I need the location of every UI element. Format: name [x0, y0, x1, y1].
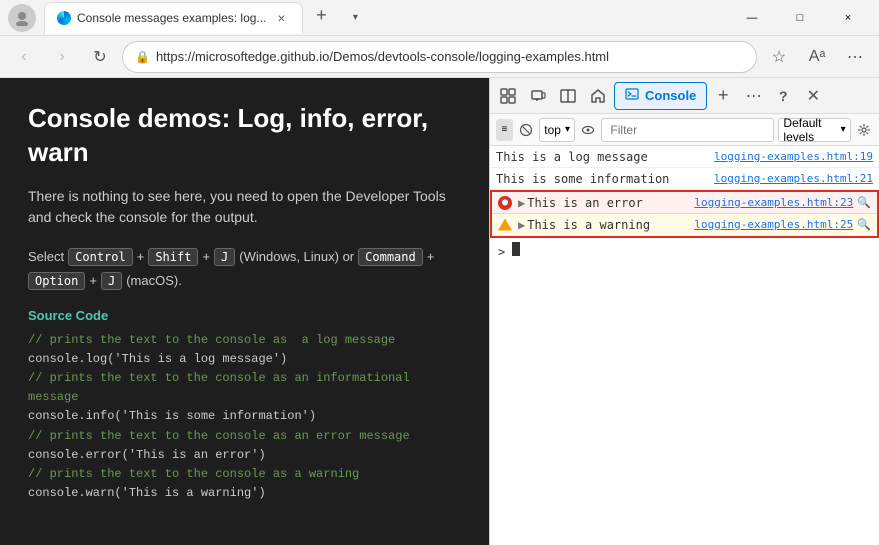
address-bar[interactable]: 🔒 https://microsoftedge.github.io/Demos/…: [122, 41, 757, 73]
top-level-label: top: [544, 123, 561, 137]
devtools-toolbar: Console + ⋯ ? ✕: [490, 78, 879, 114]
nav-bar: ‹ › ↻ 🔒 https://microsoftedge.github.io/…: [0, 36, 879, 78]
forward-button[interactable]: ›: [46, 41, 78, 73]
top-dropdown-arrow: ▾: [565, 124, 570, 135]
page-description: There is nothing to see here, you need t…: [28, 186, 461, 228]
device-emulation-button[interactable]: [524, 82, 552, 110]
console-msg-error1: ▶This is an error: [518, 196, 694, 210]
code-line-2: console.info('This is some information'): [28, 407, 461, 426]
keyboard-shortcut-line2: Option + J (macOS).: [28, 272, 461, 290]
filter-input[interactable]: [601, 118, 774, 142]
key-j: J: [214, 248, 235, 266]
search-icon-error[interactable]: 🔍: [857, 196, 871, 209]
window-controls: — □ ×: [729, 2, 871, 34]
help-button[interactable]: ?: [769, 82, 797, 110]
browser-content: Console demos: Log, info, error, warn Th…: [0, 78, 879, 545]
console-msg-warning1: ▶This is a warning: [518, 218, 694, 232]
console-msg-log1: This is a log message: [496, 150, 714, 164]
key-command: Command: [358, 248, 423, 266]
key-shift: Shift: [148, 248, 198, 266]
key-option: Option: [28, 272, 85, 290]
error-warning-group: ● ▶This is an error logging-examples.htm…: [490, 190, 879, 238]
console-prompt: >: [498, 245, 505, 259]
error-icon: ●: [498, 196, 512, 210]
sidebar-toggle-button[interactable]: ≡: [496, 119, 513, 141]
console-cursor: [512, 242, 520, 256]
url-text: https://microsoftedge.github.io/Demos/de…: [156, 49, 609, 64]
console-sub-toolbar: ≡ top ▾ Default levels ▾: [490, 114, 879, 146]
back-button[interactable]: ‹: [8, 41, 40, 73]
default-levels-label: Default levels: [783, 116, 836, 144]
lock-icon: 🔒: [135, 50, 150, 64]
keyboard-shortcut-line1: Select Control + Shift + J (Windows, Lin…: [28, 248, 461, 266]
home-button[interactable]: [584, 82, 612, 110]
eye-icon[interactable]: [579, 118, 597, 142]
dock-button[interactable]: [554, 82, 582, 110]
new-tab-button[interactable]: +: [307, 2, 335, 30]
active-tab[interactable]: Console messages examples: log... ×: [44, 2, 303, 34]
tab-close-button[interactable]: ×: [272, 9, 290, 27]
devtools-close-button[interactable]: ✕: [799, 82, 827, 110]
expand-triangle-error[interactable]: ▶: [518, 196, 525, 210]
console-msg-info1: This is some information: [496, 172, 714, 186]
code-comment-4: // prints the text to the console as a w…: [28, 465, 461, 484]
warning-icon: [498, 219, 512, 231]
console-row-info1: This is some information logging-example…: [490, 168, 879, 190]
console-link-info1[interactable]: logging-examples.html:21: [714, 172, 873, 185]
console-tab-label: Console: [645, 88, 696, 103]
more-tools-button[interactable]: ⋯: [839, 41, 871, 73]
expand-triangle-warning[interactable]: ▶: [518, 218, 525, 232]
code-comment-1: // prints the text to the console as a l…: [28, 331, 461, 350]
refresh-button[interactable]: ↻: [84, 41, 116, 73]
console-output: This is a log message logging-examples.h…: [490, 146, 879, 545]
code-comment-3: // prints the text to the console as an …: [28, 427, 461, 446]
browser-window: Console messages examples: log... × + ▾ …: [0, 0, 879, 545]
devtools-panel: Console + ⋯ ? ✕ ≡ top ▾: [489, 78, 879, 545]
console-row-log1: This is a log message logging-examples.h…: [490, 146, 879, 168]
maximize-button[interactable]: □: [777, 2, 823, 34]
favorites-button[interactable]: ☆: [763, 41, 795, 73]
console-link-log1[interactable]: logging-examples.html:19: [714, 150, 873, 163]
tab-bar: Console messages examples: log... × + ▾: [44, 2, 721, 34]
code-line-1: console.log('This is a log message'): [28, 350, 461, 369]
code-line-4: console.warn('This is a warning'): [28, 484, 461, 503]
console-row-error1: ● ▶This is an error logging-examples.htm…: [492, 192, 877, 214]
key-j2: J: [101, 272, 122, 290]
console-settings-button[interactable]: [855, 118, 873, 142]
minimize-button[interactable]: —: [729, 2, 775, 34]
console-tab-icon: [625, 87, 639, 104]
read-aloud-button[interactable]: Aᵃ: [801, 41, 833, 73]
top-level-select[interactable]: top ▾: [539, 118, 575, 142]
console-link-warning1[interactable]: logging-examples.html:25: [694, 218, 853, 231]
page-main-content: Console demos: Log, info, error, warn Th…: [0, 78, 489, 545]
inspect-element-button[interactable]: [494, 82, 522, 110]
title-bar: Console messages examples: log... × + ▾ …: [0, 0, 879, 36]
add-tool-button[interactable]: +: [709, 82, 737, 110]
console-tab[interactable]: Console: [614, 82, 707, 110]
source-code-label: Source Code: [28, 308, 461, 323]
more-tools-devtools-button[interactable]: ⋯: [739, 82, 767, 110]
edge-favicon: [57, 11, 71, 25]
console-cursor-row: >: [490, 238, 879, 263]
tab-dropdown-button[interactable]: ▾: [339, 2, 371, 34]
code-comment-2: // prints the text to the console as an …: [28, 369, 461, 407]
console-link-error1[interactable]: logging-examples.html:23: [694, 196, 853, 209]
clear-console-button[interactable]: [517, 118, 535, 142]
close-button[interactable]: ×: [825, 2, 871, 34]
code-line-3: console.error('This is an error'): [28, 446, 461, 465]
key-control: Control: [68, 248, 133, 266]
profile-avatar[interactable]: [8, 4, 36, 32]
levels-dropdown-arrow: ▾: [841, 124, 846, 135]
console-row-warning1: ▶This is a warning logging-examples.html…: [492, 214, 877, 236]
code-block: // prints the text to the console as a l…: [28, 331, 461, 504]
search-icon-warning[interactable]: 🔍: [857, 218, 871, 231]
page-title: Console demos: Log, info, error, warn: [28, 102, 461, 170]
source-code-section: Source Code // prints the text to the co…: [28, 308, 461, 504]
tab-title: Console messages examples: log...: [77, 11, 266, 25]
default-levels-select[interactable]: Default levels ▾: [778, 118, 850, 142]
